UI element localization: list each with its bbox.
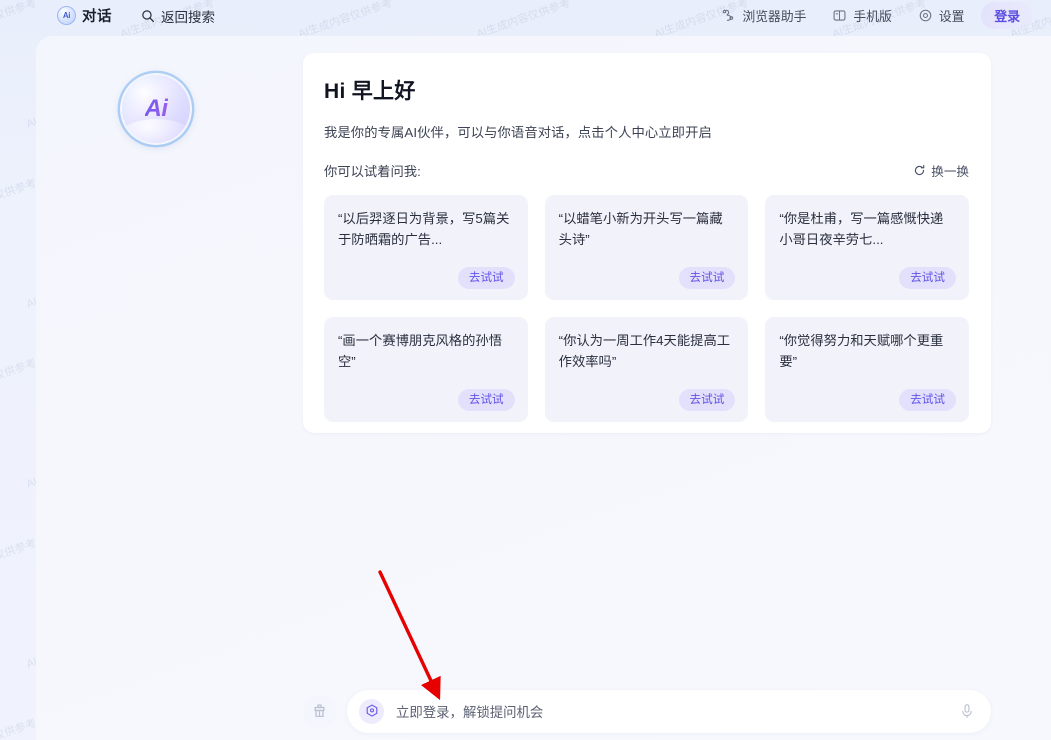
greeting-card: Hi 早上好 我是你的专属AI伙伴，可以与你语音对话，点击个人中心立即开启 你可… — [303, 53, 991, 433]
nav-back-to-search[interactable]: 返回搜索 — [141, 6, 215, 26]
ai-orb-icon[interactable] — [359, 698, 384, 724]
nav-mobile-version-label: 手机版 — [853, 9, 892, 24]
suggestion-try-button[interactable]: 去试试 — [678, 267, 736, 289]
suggestion-try-button[interactable]: 去试试 — [899, 389, 956, 411]
mobile-icon — [832, 8, 847, 23]
suggestion-card-text: “画一个赛博朋克风格的孙悟空” — [338, 333, 502, 369]
brand-title: 对话 — [82, 9, 112, 25]
nav-browser-assistant[interactable]: 浏览器助手 — [708, 2, 819, 29]
greeting-title: Hi 早上好 — [324, 80, 416, 103]
avatar-sphere: Ai — [120, 73, 192, 145]
broom-icon — [311, 703, 328, 720]
nav-mobile-version[interactable]: 手机版 — [819, 2, 904, 29]
try-ask-label: 你可以试着问我: — [324, 164, 421, 179]
ai-avatar: Ai — [120, 73, 192, 145]
clear-conversation-button[interactable] — [303, 694, 336, 728]
watermark-text: AI生成内容仅供参考 — [0, 717, 39, 740]
nav-browser-assistant-label: 浏览器助手 — [742, 9, 807, 24]
top-nav-right-group: 浏览器助手 手机版 设置 登录 — [708, 2, 1033, 29]
app-root: AI生成内容仅供参考 AI生成内容仅供参考 AI生成内容仅供参考 AI生成内容仅供参考… — [0, 0, 1051, 740]
suggestion-card-text: “以后羿逐日为背景，写5篇关于防晒霜的广告... — [338, 211, 510, 247]
suggestion-card-text: “你是杜甫，写一篇感慨快递小哥日夜辛劳七... — [779, 211, 944, 247]
suggestion-card-text: “以蜡笔小新为开头写一篇藏头诗” — [558, 211, 723, 247]
suggestion-try-button[interactable]: 去试试 — [457, 389, 515, 411]
suggestion-try-button[interactable]: 去试试 — [899, 267, 956, 289]
microphone-icon[interactable] — [959, 703, 975, 720]
message-input-placeholder[interactable]: 立即登录，解锁提问机会 — [396, 701, 959, 721]
brand-badge-icon: Ai — [57, 6, 76, 25]
composer-bar: 立即登录，解锁提问机会 — [303, 689, 991, 733]
greeting-subtitle: 我是你的专属AI伙伴，可以与你语音对话，点击个人中心立即开启 — [324, 125, 712, 140]
nav-settings-label: 设置 — [938, 9, 965, 24]
brand-logo[interactable]: Ai 对话 — [57, 5, 112, 26]
suggestion-card-grid: “以后羿逐日为背景，写5篇关于防晒霜的广告... 去试试 “以蜡笔小新为开头写一篇藏… — [324, 195, 969, 422]
refresh-icon — [913, 164, 926, 177]
suggestion-try-button[interactable]: 去试试 — [457, 267, 515, 289]
nav-back-to-search-label: 返回搜索 — [161, 9, 215, 25]
gear-icon — [918, 8, 933, 23]
avatar-label: Ai — [144, 95, 169, 122]
top-navigation-bar: Ai 对话 返回搜索 浏览器助手 手机版 设置 登录 — [0, 0, 1051, 31]
suggestion-card[interactable]: “以后羿逐日为背景，写5篇关于防晒霜的广告... 去试试 — [324, 195, 528, 300]
nav-settings[interactable]: 设置 — [905, 2, 978, 29]
suggestion-card[interactable]: “画一个赛博朋克风格的孙悟空” 去试试 — [324, 317, 528, 422]
browser-assistant-icon — [721, 8, 736, 23]
suggestion-card[interactable]: “你是杜甫，写一篇感慨快递小哥日夜辛劳七... 去试试 — [765, 195, 969, 300]
suggestion-card[interactable]: “以蜡笔小新为开头写一篇藏头诗” 去试试 — [544, 195, 749, 300]
watermark-text: AI生成内容仅供参考 — [0, 537, 39, 581]
suggestion-try-button[interactable]: 去试试 — [678, 389, 736, 411]
suggestions-header: 你可以试着问我: 换一换 — [324, 161, 969, 180]
refresh-suggestions-label: 换一换 — [931, 165, 969, 179]
suggestion-card-text: “你认为一周工作4天能提高工作效率吗” — [558, 333, 731, 369]
search-icon — [141, 9, 155, 23]
message-input-bar[interactable]: 立即登录，解锁提问机会 — [347, 689, 991, 733]
login-button[interactable]: 登录 — [981, 2, 1033, 29]
watermark-text: AI生成内容仅供参考 — [0, 177, 39, 221]
suggestion-card-text: “你觉得努力和天赋哪个更重要” — [779, 333, 944, 369]
suggestion-card[interactable]: “你认为一周工作4天能提高工作效率吗” 去试试 — [544, 317, 749, 422]
watermark-text: AI生成内容仅供参考 — [0, 357, 39, 401]
suggestion-card[interactable]: “你觉得努力和天赋哪个更重要” 去试试 — [765, 317, 969, 422]
refresh-suggestions-button[interactable]: 换一换 — [913, 161, 969, 180]
